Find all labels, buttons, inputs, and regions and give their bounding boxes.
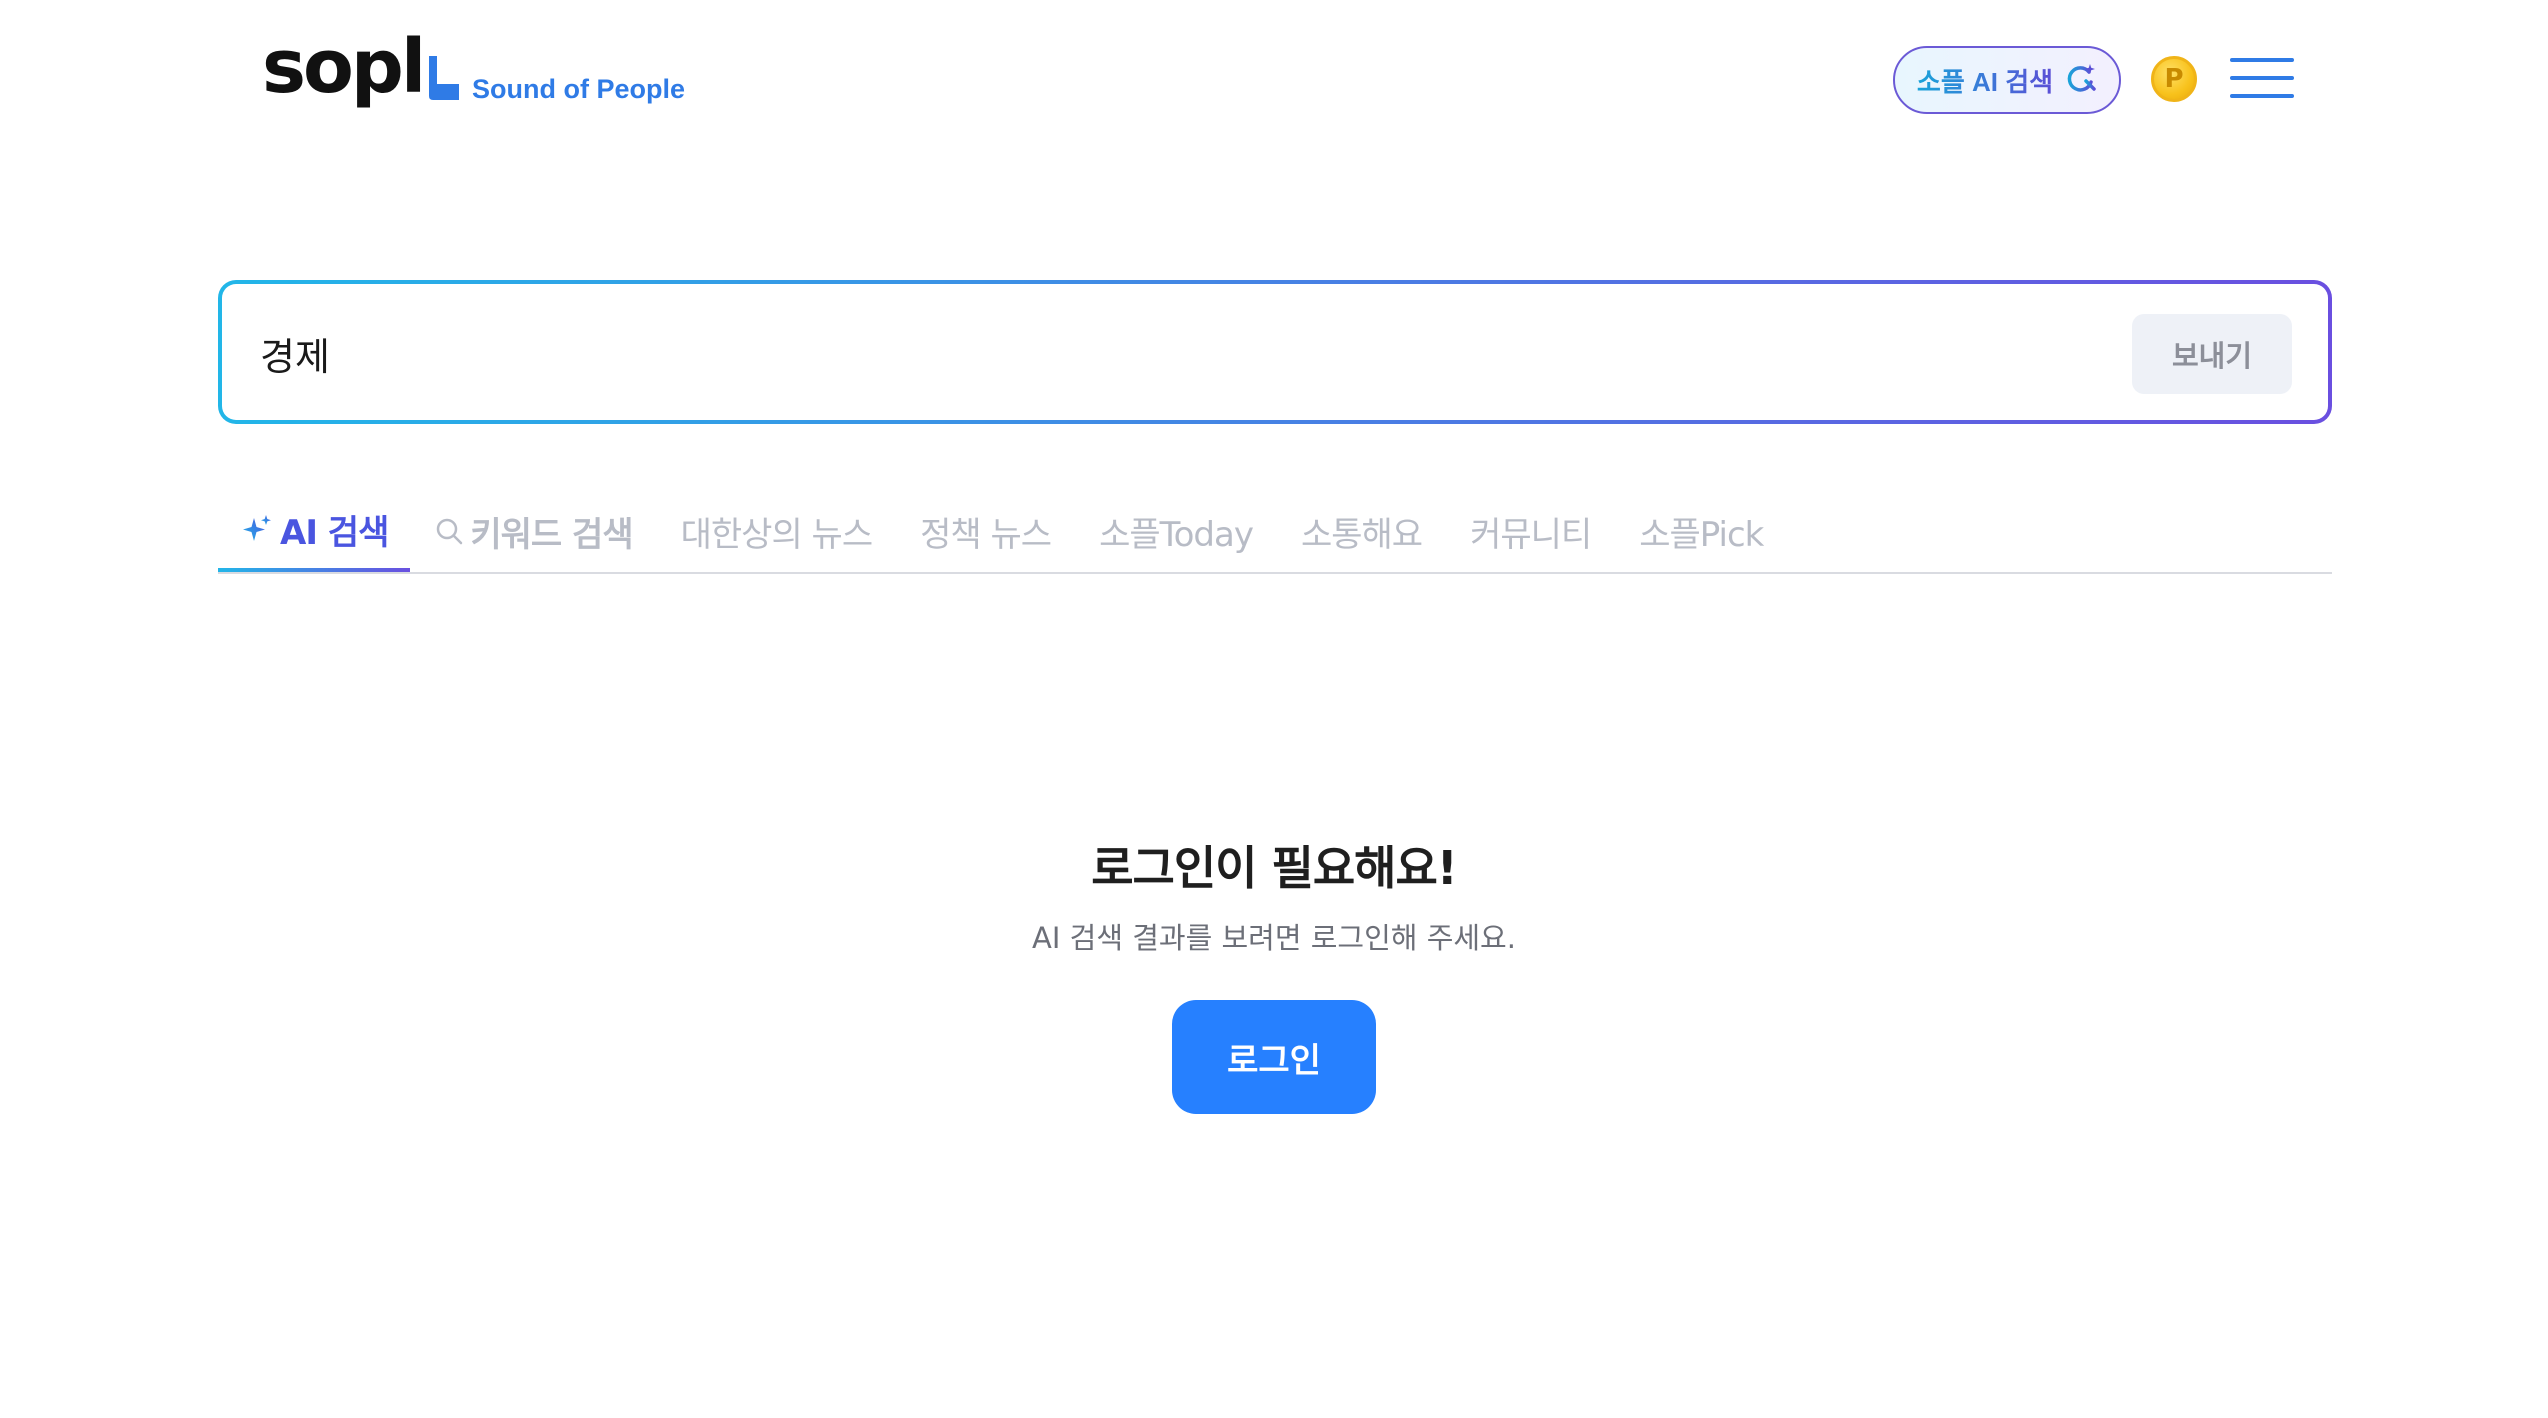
tab-kcci-news[interactable]: 대한상의 뉴스 [657,490,897,572]
search-input[interactable] [258,284,1962,422]
point-coin-symbol: P [2164,64,2184,94]
search-icon [434,516,464,546]
tab-keyword-search[interactable]: 키워드 검색 [410,490,656,572]
tab-communicate[interactable]: 소통해요 [1277,490,1446,572]
hamburger-menu-icon[interactable] [2230,58,2294,98]
sopl-logo[interactable]: sopl [262,24,460,110]
login-required-notice: 로그인이 필요해요! AI 검색 결과를 보려면 로그인해 주세요. 로그인 [0,830,2548,1114]
tab-sopl-pick[interactable]: 소플Pick [1615,490,1787,572]
tab-policy-news[interactable]: 정책 뉴스 [896,490,1075,572]
point-coin-icon[interactable]: P [2151,56,2197,102]
sparkle-icon [240,512,274,546]
tab-label: 소플Today [1099,514,1254,555]
tab-label: 정책 뉴스 [920,514,1052,555]
tab-label: 커뮤니티 [1470,514,1592,555]
tab-label: AI 검색 [280,512,389,553]
search-tabs: AI 검색 키워드 검색 대한상의 뉴스 정책 뉴스 소플Today 소통해요 … [218,490,2332,574]
login-button[interactable]: 로그인 [1172,1000,1376,1114]
ai-refresh-search-icon [2065,62,2097,99]
logo-wordmark: sopl [262,24,426,110]
tab-community[interactable]: 커뮤니티 [1446,490,1615,572]
ai-search-button[interactable]: 소플 AI 검색 [1893,46,2121,114]
notice-description: AI 검색 결과를 보려면 로그인해 주세요. [1032,921,1516,955]
tab-label: 키워드 검색 [470,514,633,555]
search-box: 보내기 [218,280,2332,424]
tab-sopl-today[interactable]: 소플Today [1075,490,1277,572]
tab-label: 소통해요 [1300,514,1423,555]
send-button[interactable]: 보내기 [2132,314,2292,394]
tab-label: 소플Pick [1639,514,1764,555]
logo-speech-mark-icon [429,56,460,100]
site-header: sopl Sound of People 소플 AI 검색 P [0,0,2548,170]
tab-ai-search[interactable]: AI 검색 [218,490,411,572]
ai-search-button-label: 소플 AI 검색 [1917,62,2053,99]
notice-title: 로그인이 필요해요! [1091,841,1458,895]
search-box-inner: 보내기 [222,284,2328,422]
logo-tagline: Sound of People [472,74,685,104]
tab-label: 대한상의 뉴스 [680,514,873,555]
